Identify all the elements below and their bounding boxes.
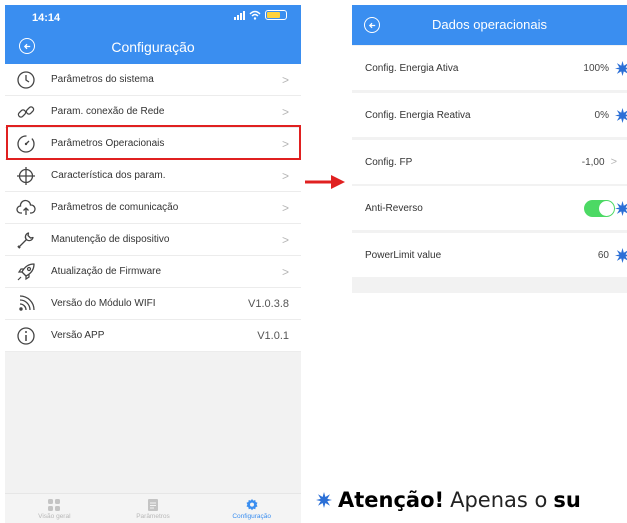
caption-bold: Atenção! [338, 488, 445, 512]
power-factor-value: -1,00 [581, 156, 605, 168]
link-icon [13, 101, 39, 123]
settings-menu: Parâmetros do sistema > Param. conexão d… [5, 64, 301, 352]
gauge-icon [13, 133, 39, 155]
chevron-right-icon: > [281, 168, 289, 183]
tab-label: Visão geral [38, 512, 71, 520]
wrench-icon [13, 229, 39, 251]
info-icon [13, 325, 39, 347]
chevron-right-icon: > [610, 156, 617, 168]
chevron-right-icon: > [281, 264, 289, 279]
arrow-right-icon [305, 175, 345, 189]
menu-item-app-version: Versão APP V1.0.1 [5, 320, 301, 352]
status-bar: 14:14 [5, 5, 301, 27]
star-icon [615, 107, 627, 123]
caption-bold-tail: su [553, 488, 581, 512]
tab-label: Configuração [232, 512, 272, 520]
row-power-factor[interactable]: Config. FP -1,00 > [352, 140, 627, 184]
rocket-icon [13, 261, 39, 283]
page-title: Configuração [111, 39, 195, 55]
menu-item-label: Parâmetros do sistema [51, 74, 154, 85]
crosshair-icon [13, 165, 39, 187]
menu-item-network-params[interactable]: Param. conexão de Rede > [5, 96, 301, 128]
tab-parameters[interactable]: Parâmetros [104, 494, 203, 523]
configuracao-screen: 14:14 Configuração Parâmetros do sistema… [5, 5, 301, 523]
chevron-right-icon: > [281, 136, 289, 151]
wifi-icon [249, 10, 261, 20]
chevron-right-icon: > [281, 200, 289, 215]
menu-item-firmware-update[interactable]: Atualização de Firmware > [5, 256, 301, 288]
menu-item-label: Param. conexão de Rede [51, 106, 165, 117]
menu-item-label: Característica dos param. [51, 170, 166, 181]
row-label: Config. Energia Reativa [365, 109, 471, 121]
bottom-tab-bar: Visão geral Parâmetros Configuração [5, 493, 301, 523]
star-icon [316, 492, 332, 508]
menu-item-param-characteristics[interactable]: Característica dos param. > [5, 160, 301, 192]
cloud-upload-icon [13, 197, 39, 219]
status-time: 14:14 [32, 12, 61, 24]
row-anti-reverse: Anti-Reverso [352, 186, 627, 230]
dados-operacionais-screen: Dados operacionais Config. Energia Ativa… [352, 5, 627, 293]
row-reactive-power[interactable]: Config. Energia Reativa 0% [352, 93, 627, 137]
menu-item-label: Atualização de Firmware [51, 266, 162, 277]
menu-item-label: Versão APP [51, 330, 105, 341]
chevron-right-icon: > [281, 72, 289, 87]
tab-label: Parâmetros [136, 512, 170, 520]
star-icon [615, 247, 627, 263]
row-label: Config. Energia Ativa [365, 62, 459, 74]
menu-item-operational-params[interactable]: Parâmetros Operacionais > [5, 128, 301, 160]
row-label: Config. FP [365, 156, 413, 168]
reactive-power-value: 0% [594, 109, 609, 121]
menu-item-wifi-module-version: Versão do Módulo WIFI V1.0.3.8 [5, 288, 301, 320]
wifi-module-version-value: V1.0.3.8 [248, 297, 289, 310]
grid-icon [48, 498, 61, 511]
status-icons [234, 10, 287, 20]
anti-reverse-toggle[interactable] [584, 199, 615, 217]
app-version-value: V1.0.1 [257, 329, 289, 342]
chevron-right-icon: > [281, 232, 289, 247]
star-icon [615, 200, 627, 216]
app-header: 14:14 Configuração [5, 5, 301, 64]
clock-icon [13, 69, 39, 91]
page-title: Dados operacionais [432, 17, 547, 32]
row-active-power[interactable]: Config. Energia Ativa 100% [352, 46, 627, 90]
app-header: Dados operacionais [352, 5, 627, 45]
menu-item-label: Manutenção de dispositivo [51, 234, 170, 245]
menu-item-communication-params[interactable]: Parâmetros de comunicação > [5, 192, 301, 224]
battery-icon [265, 10, 287, 20]
power-limit-value: 60 [597, 249, 609, 261]
menu-item-label: Parâmetros Operacionais [51, 138, 165, 149]
menu-item-device-maintenance[interactable]: Manutenção de dispositivo > [5, 224, 301, 256]
tab-configuration[interactable]: Configuração [202, 494, 301, 523]
menu-item-label: Parâmetros de comunicação [51, 202, 179, 213]
row-power-limit[interactable]: PowerLimit value 60 [352, 233, 627, 277]
active-power-value: 100% [583, 62, 609, 74]
wifi-signal-icon [13, 293, 39, 315]
chevron-right-icon: > [281, 104, 289, 119]
signal-icon [234, 10, 245, 20]
menu-item-label: Versão do Módulo WIFI [51, 298, 156, 309]
attention-caption: Atenção! Apenas o su [316, 488, 581, 512]
caption-text: Apenas o [450, 488, 548, 512]
row-label: PowerLimit value [365, 249, 442, 261]
document-icon [148, 498, 158, 511]
star-icon [615, 60, 627, 76]
tab-overview[interactable]: Visão geral [5, 494, 104, 523]
gear-icon [246, 498, 258, 510]
row-label: Anti-Reverso [365, 202, 423, 214]
menu-item-system-params[interactable]: Parâmetros do sistema > [5, 64, 301, 96]
